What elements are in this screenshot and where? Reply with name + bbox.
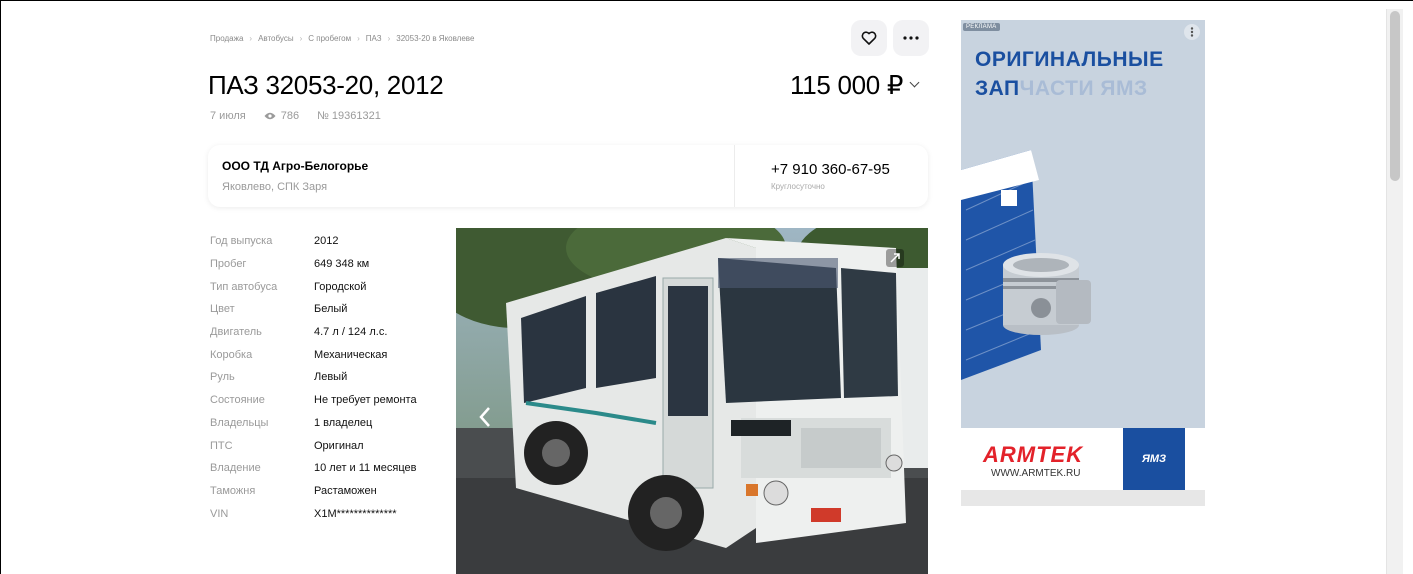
spec-label: Состояние bbox=[210, 394, 265, 407]
expand-photo-button[interactable] bbox=[886, 249, 904, 267]
spec-row: Год выпуска 2012 bbox=[210, 230, 450, 253]
spec-row: Двигатель 4.7 л / 124 л.с. bbox=[210, 321, 450, 344]
spec-label: ПТС bbox=[210, 439, 233, 452]
spec-value: Не требует ремонта bbox=[314, 394, 417, 407]
ad-headline-2-part: ЗАП bbox=[975, 77, 1020, 100]
divider bbox=[734, 145, 735, 207]
spec-row: Тип автобуса Городской bbox=[210, 275, 450, 298]
spec-value: 1 владелец bbox=[314, 416, 373, 429]
spec-value: 2012 bbox=[314, 235, 339, 248]
breadcrumb-item[interactable]: С пробегом bbox=[308, 34, 351, 43]
more-options-button[interactable] bbox=[893, 20, 929, 56]
breadcrumb-separator: › bbox=[357, 34, 360, 43]
spec-label: VIN bbox=[210, 507, 229, 520]
spec-value: 649 348 км bbox=[314, 258, 370, 271]
heart-icon bbox=[861, 31, 877, 45]
ymz-logo-box: ЯМЗ bbox=[1123, 428, 1185, 490]
breadcrumb-item[interactable]: ПАЗ bbox=[366, 34, 382, 43]
spec-label: Коробка bbox=[210, 348, 253, 361]
listing-title: ПАЗ 32053-20, 2012 bbox=[208, 70, 444, 100]
views-value: 786 bbox=[280, 110, 300, 122]
spec-label: Цвет bbox=[210, 303, 235, 316]
breadcrumb-item[interactable]: Продажа bbox=[210, 34, 243, 43]
spec-label: Год выпуска bbox=[210, 235, 273, 248]
listing-date: 7 июля bbox=[210, 110, 246, 122]
spec-row: Состояние Не требует ремонта bbox=[210, 389, 450, 412]
ad-url: WWW.ARMTEK.RU bbox=[991, 468, 1081, 479]
piston-box-illustration bbox=[961, 150, 1091, 380]
breadcrumb: Продажа › Автобусы › С пробегом › ПАЗ › 3205… bbox=[210, 34, 474, 43]
spec-label: Владение bbox=[210, 462, 261, 475]
ad-headline-2-part: ЧАСТИ ЯМЗ bbox=[1019, 77, 1148, 100]
spec-row: Владельцы 1 владелец bbox=[210, 412, 450, 435]
spec-value: 10 лет и 11 месяцев bbox=[314, 462, 417, 475]
phone-hours: Круглосуточно bbox=[771, 182, 825, 191]
spec-row: Таможня Растаможен bbox=[210, 480, 450, 503]
expand-icon bbox=[886, 249, 904, 267]
spec-value: Городской bbox=[314, 280, 367, 293]
spec-value: X1M************** bbox=[314, 507, 397, 520]
spec-row: Пробег 649 348 км bbox=[210, 253, 450, 276]
spec-value: Белый bbox=[314, 303, 348, 316]
breadcrumb-separator: › bbox=[249, 34, 253, 43]
price-dropdown[interactable]: 115 000 ₽ bbox=[790, 70, 920, 101]
ad-label: РЕКЛАМА bbox=[963, 23, 1000, 31]
spec-label: Тип автобуса bbox=[210, 280, 278, 293]
eye-icon bbox=[264, 112, 276, 120]
spec-value: 4.7 л / 124 л.с. bbox=[314, 326, 388, 339]
views-count: 786 bbox=[264, 110, 299, 122]
listing-meta: 7 июля 786 № 19361321 bbox=[210, 110, 381, 122]
armtek-logo: ARMTEK bbox=[983, 442, 1084, 467]
spec-value: Оригинал bbox=[314, 439, 364, 452]
scrollbar-thumb[interactable] bbox=[1390, 11, 1400, 181]
spec-label: Руль bbox=[210, 371, 235, 384]
seller-card: ООО ТД Агро-Белогорье Яковлево, СПК Заря… bbox=[208, 145, 928, 207]
ad-headline-1: ОРИГИНАЛЬНЫЕ bbox=[975, 48, 1164, 71]
spec-value: Левый bbox=[314, 371, 348, 384]
more-vertical-icon bbox=[1190, 27, 1194, 37]
breadcrumb-item[interactable]: 32053-20 в Яковлеве bbox=[396, 34, 474, 43]
bus-photo[interactable] bbox=[456, 228, 928, 574]
ad-menu-button[interactable] bbox=[1184, 24, 1200, 40]
breadcrumb-item[interactable]: Автобусы bbox=[258, 34, 294, 43]
ymz-logo: ЯМЗ bbox=[1141, 453, 1167, 465]
ad-footer bbox=[961, 490, 1205, 506]
spec-row: VIN X1M************** bbox=[210, 502, 450, 525]
spec-row: Коробка Механическая bbox=[210, 343, 450, 366]
spec-row: ПТС Оригинал bbox=[210, 434, 450, 457]
breadcrumb-separator: › bbox=[387, 34, 391, 43]
listing-price: 115 000 ₽ bbox=[790, 70, 904, 100]
spec-row: Владение 10 лет и 11 месяцев bbox=[210, 457, 450, 480]
spec-label: Таможня bbox=[210, 484, 256, 497]
spec-value: Растаможен bbox=[314, 484, 377, 497]
spec-row: Цвет Белый bbox=[210, 298, 450, 321]
spec-label: Двигатель bbox=[210, 326, 262, 339]
specs-table: Год выпуска 2012 Пробег 649 348 км Тип авт… bbox=[210, 230, 450, 525]
photo-prev-button[interactable] bbox=[478, 405, 492, 429]
seller-name[interactable]: ООО ТД Агро-Белогорье bbox=[222, 159, 368, 173]
spec-value: Механическая bbox=[314, 348, 388, 361]
phone-number[interactable]: +7 910 360-67-95 bbox=[771, 161, 890, 178]
bus-illustration bbox=[456, 228, 928, 574]
spec-label: Пробег bbox=[210, 258, 247, 271]
chevron-down-icon bbox=[909, 77, 920, 88]
scrollbar[interactable] bbox=[1386, 9, 1403, 574]
listing-number: № 19361321 bbox=[317, 110, 381, 122]
seller-location: Яковлево, СПК Заря bbox=[222, 181, 328, 193]
ad-headline-2: ЗАПЧАСТИ ЯМЗ bbox=[975, 77, 1148, 101]
spec-row: Руль Левый bbox=[210, 366, 450, 389]
favorite-button[interactable] bbox=[851, 20, 887, 56]
ad-brand-strip: ARMTEK WWW.ARMTEK.RU ЯМЗ bbox=[961, 428, 1205, 490]
chevron-left-icon bbox=[479, 407, 490, 427]
breadcrumb-separator: › bbox=[299, 34, 303, 43]
ad-banner[interactable]: РЕКЛАМА ОРИГИНАЛЬНЫЕ ЗАПЧАСТИ ЯМЗ ARMTEK… bbox=[961, 20, 1205, 506]
more-icon bbox=[903, 36, 919, 40]
spec-label: Владельцы bbox=[210, 416, 269, 429]
